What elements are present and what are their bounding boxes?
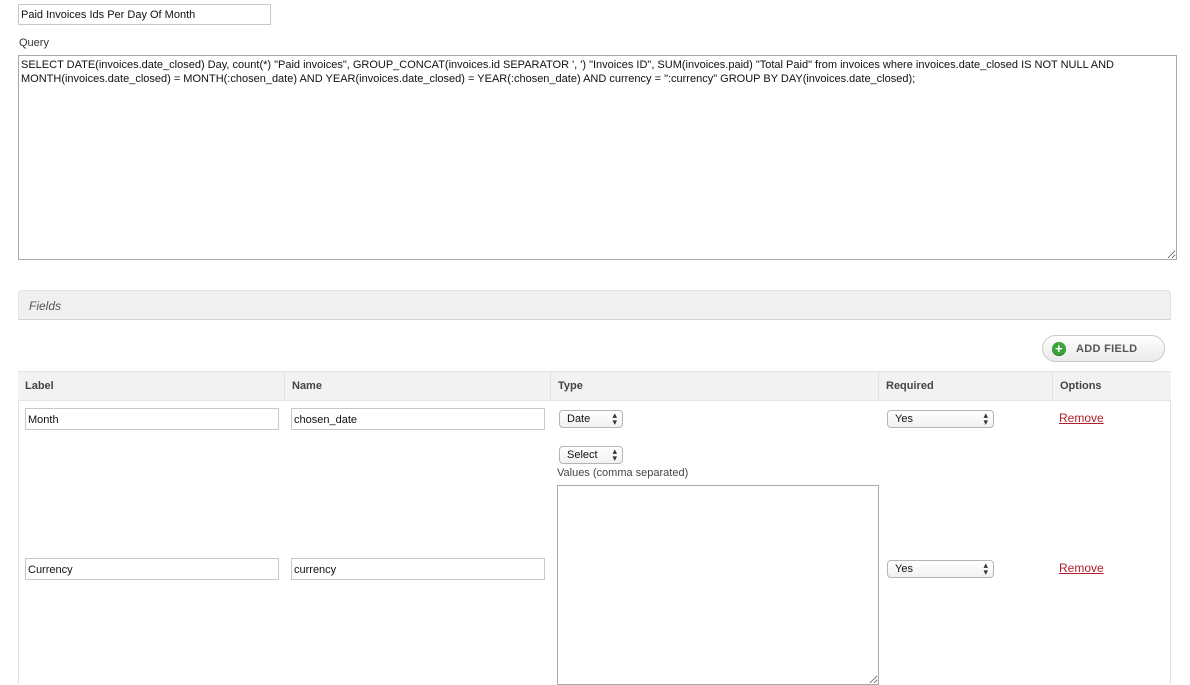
values-textarea[interactable] — [557, 485, 879, 685]
remove-field-link[interactable]: Remove — [1059, 561, 1104, 575]
column-header-type: Type — [550, 371, 878, 401]
query-label: Query — [19, 37, 49, 49]
field-type-select[interactable]: Date ▴ ▾ — [559, 410, 623, 428]
fields-section-title: Fields — [29, 299, 62, 313]
field-required-select[interactable]: Yes ▴ ▾ — [887, 560, 994, 578]
field-required-value: Yes — [895, 413, 913, 425]
field-label-input[interactable] — [25, 558, 279, 580]
field-type-value: Select — [567, 449, 598, 461]
plus-circle-icon: + — [1052, 341, 1066, 356]
field-label-input[interactable] — [25, 408, 279, 430]
fields-section-header: Fields — [18, 290, 1171, 320]
select-arrows-icon: ▴ ▾ — [983, 410, 988, 427]
query-textarea[interactable]: SELECT DATE(invoices.date_closed) Day, c… — [18, 55, 1177, 260]
select-arrows-icon: ▴ ▾ — [983, 560, 988, 577]
field-type-select[interactable]: Select ▴ ▾ — [559, 446, 623, 464]
field-type-value: Date — [567, 413, 591, 425]
report-title-input[interactable] — [18, 4, 271, 25]
select-arrows-icon: ▴ ▾ — [612, 446, 617, 463]
field-required-select[interactable]: Yes ▴ ▾ — [887, 410, 994, 428]
field-name-input[interactable] — [291, 558, 545, 580]
select-arrows-icon: ▴ ▾ — [612, 410, 617, 427]
column-header-options: Options — [1052, 371, 1171, 401]
values-label: Values (comma separated) — [557, 467, 689, 479]
add-field-label: ADD FIELD — [1076, 342, 1138, 355]
field-required-value: Yes — [895, 563, 913, 575]
column-header-required: Required — [878, 371, 1052, 401]
add-field-button[interactable]: + ADD FIELD — [1042, 335, 1165, 362]
remove-field-link[interactable]: Remove — [1059, 411, 1104, 425]
column-header-label: Label — [18, 371, 284, 401]
field-name-input[interactable] — [291, 408, 545, 430]
column-header-name: Name — [284, 371, 550, 401]
